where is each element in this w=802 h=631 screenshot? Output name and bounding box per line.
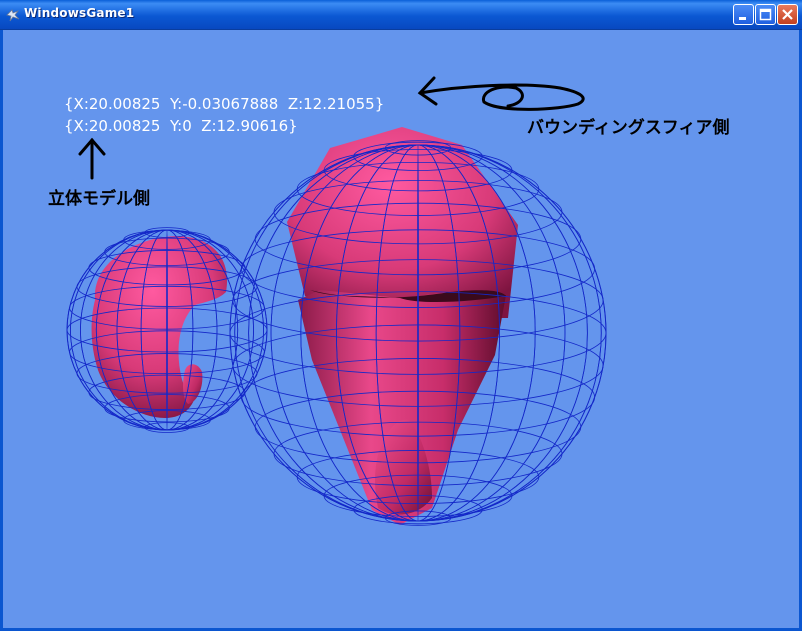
arrow-to-bounding-text	[417, 76, 585, 111]
large-model	[287, 127, 518, 525]
model-label: 立体モデル側	[48, 189, 150, 209]
model-coordinates: {X:20.00825 Y:0 Z:12.90616}	[64, 117, 298, 135]
bounding-sphere-label: バウンディングスフィア側	[527, 118, 730, 138]
bounding-sphere-coordinates: {X:20.00825 Y:-0.03067888 Z:12.21055}	[64, 95, 385, 113]
arrow-to-model-text	[78, 137, 106, 180]
game-window: WindowsGame1 {X:20.00825 Y:-0.03067888 Z…	[0, 0, 802, 631]
